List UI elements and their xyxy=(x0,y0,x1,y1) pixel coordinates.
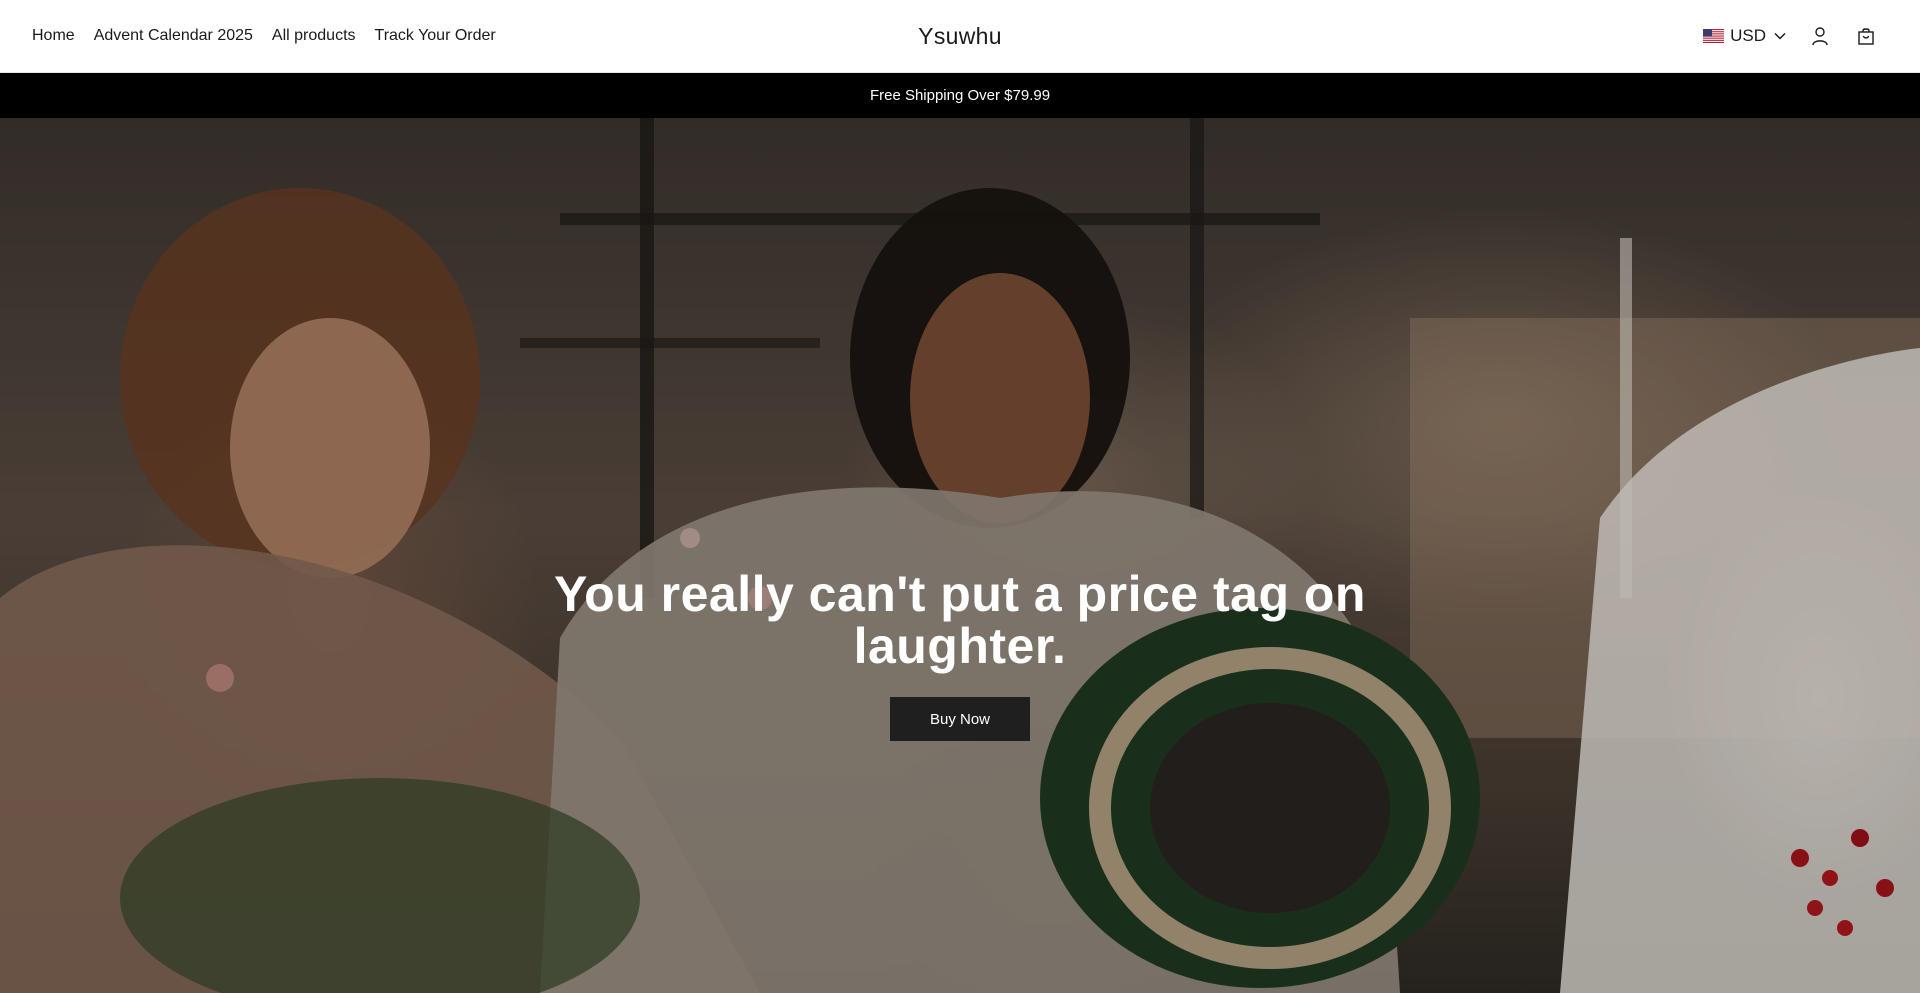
hero-title: You really can't put a price tag on laug… xyxy=(554,566,1366,674)
site-header: Home Advent Calendar 2025 All products T… xyxy=(0,0,1920,73)
hero-overlay xyxy=(0,118,1920,993)
nav-all-products-link[interactable]: All products xyxy=(272,27,356,45)
us-flag-icon xyxy=(1703,29,1725,43)
announcement-text: Free Shipping Over $79.99 xyxy=(869,87,1051,104)
chevron-down-icon xyxy=(1774,32,1786,40)
buy-now-button[interactable]: Buy Now xyxy=(890,697,1030,741)
cart-icon[interactable] xyxy=(1854,24,1878,48)
nav-track-order-link[interactable]: Track Your Order xyxy=(375,27,496,45)
hero-banner: You really can't put a price tag on laug… xyxy=(0,118,1920,993)
nav-advent-calendar-link[interactable]: Advent Calendar 2025 xyxy=(94,27,253,45)
store-logo[interactable]: Ysuwhu xyxy=(918,0,1002,72)
hero-content: You really can't put a price tag on laug… xyxy=(0,568,1920,741)
nav-home-link[interactable]: Home xyxy=(32,27,75,45)
main-nav: Home Advent Calendar 2025 All products T… xyxy=(32,0,496,72)
currency-selector[interactable]: USD xyxy=(1703,26,1786,46)
account-icon[interactable] xyxy=(1808,24,1832,48)
announcement-bar: Free Shipping Over $79.99 xyxy=(0,73,1920,118)
header-actions: USD xyxy=(1703,0,1878,72)
currency-label: USD xyxy=(1730,26,1766,45)
